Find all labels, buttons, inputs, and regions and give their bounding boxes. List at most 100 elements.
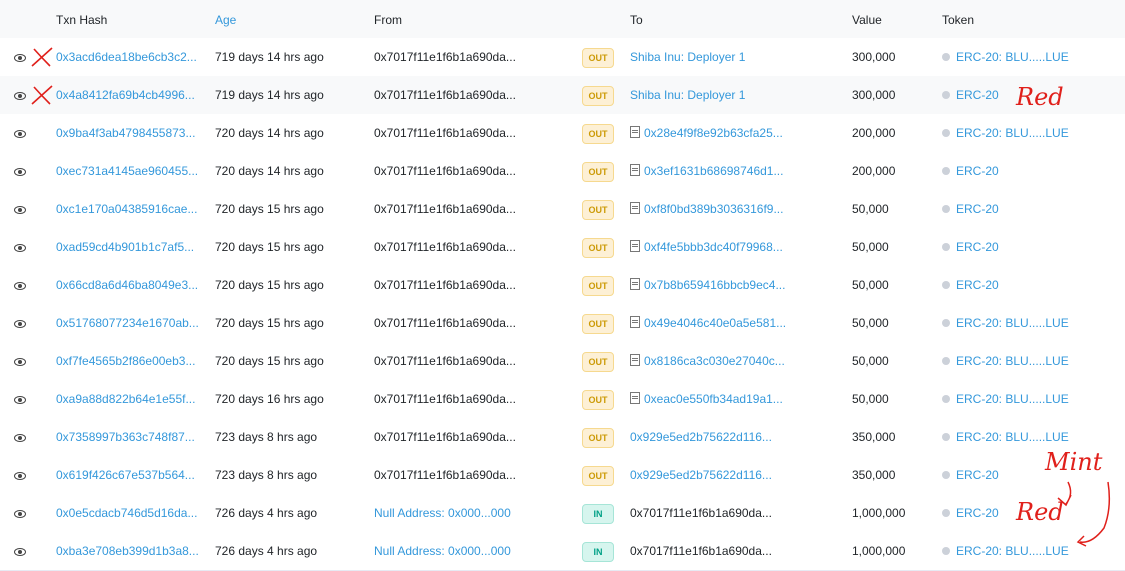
txn-to-text: 0x929e5ed2b75622d116... — [630, 430, 772, 444]
txn-hash-link[interactable]: 0x66cd8a6d46ba8049e3... — [56, 266, 198, 304]
contract-icon — [630, 392, 640, 404]
txn-value: 200,000 — [852, 164, 896, 178]
txn-age: 723 days 8 hrs ago — [215, 430, 318, 444]
txn-to-text: 0x28e4f9f8e92b63cfa25... — [644, 126, 783, 140]
table-row: 0x9ba4f3ab4798455873... 720 days 14 hrs a… — [0, 114, 1125, 153]
txn-hash-link[interactable]: 0xec731a4145ae960455... — [56, 152, 198, 190]
eye-icon[interactable] — [14, 266, 28, 304]
token-link[interactable]: ERC-20 — [942, 266, 999, 304]
txn-age: 726 days 4 hrs ago — [215, 544, 318, 558]
txn-hash-link[interactable]: 0xa9a88d822b64e1e55f... — [56, 380, 195, 418]
token-link[interactable]: ERC-20 — [942, 152, 999, 190]
txn-to[interactable]: 0xf8f0bd389b3036316f9... — [630, 190, 783, 228]
txn-age: 720 days 16 hrs ago — [215, 392, 324, 406]
token-link[interactable]: ERC-20 — [942, 456, 999, 494]
col-from: From — [374, 13, 402, 27]
txn-to[interactable]: 0xf4fe5bbb3dc40f79968... — [630, 228, 783, 266]
txn-age: 720 days 15 hrs ago — [215, 202, 324, 216]
txn-hash-link[interactable]: 0x9ba4f3ab4798455873... — [56, 114, 195, 152]
txn-to[interactable]: 0x28e4f9f8e92b63cfa25... — [630, 114, 783, 152]
eye-icon[interactable] — [14, 380, 28, 418]
txn-age: 720 days 14 hrs ago — [215, 164, 324, 178]
eye-icon[interactable] — [14, 190, 28, 228]
txn-to[interactable]: 0x49e4046c40e0a5e581... — [630, 304, 786, 342]
txn-hash-link[interactable]: 0x51768077234e1670ab... — [56, 304, 199, 342]
eye-icon[interactable] — [14, 38, 28, 76]
txn-to[interactable]: 0x8186ca3c030e27040c... — [630, 342, 785, 380]
token-icon — [942, 281, 950, 289]
txn-to[interactable]: 0x7b8b659416bbcb9ec4... — [630, 266, 785, 304]
table-header: Txn Hash Age From To Value Token — [0, 0, 1125, 39]
txn-hash-link[interactable]: 0x7358997b363c748f87... — [56, 418, 195, 456]
contract-icon — [630, 278, 640, 290]
txn-from: 0x7017f11e1f6b1a690da... — [374, 164, 516, 178]
token-icon — [942, 547, 950, 555]
txn-from[interactable]: Null Address: 0x000...000 — [374, 532, 511, 570]
token-icon — [942, 357, 950, 365]
txn-to[interactable]: Shiba Inu: Deployer 1 — [630, 38, 745, 76]
token-link[interactable]: ERC-20 — [942, 494, 999, 532]
token-link[interactable]: ERC-20: BLU.....LUE — [942, 38, 1069, 76]
eye-icon[interactable] — [14, 228, 28, 266]
eye-icon[interactable] — [14, 418, 28, 456]
token-link[interactable]: ERC-20: BLU.....LUE — [942, 114, 1069, 152]
direction-badge: OUT — [582, 276, 614, 296]
txn-to-text: Shiba Inu: Deployer 1 — [630, 88, 746, 102]
txn-hash-link[interactable]: 0x619f426c67e537b564... — [56, 456, 195, 494]
token-text: ERC-20: BLU.....LUE — [956, 50, 1069, 64]
txn-hash-link[interactable]: 0x3acd6dea18be6cb3c2... — [56, 38, 197, 76]
table-row: 0x51768077234e1670ab... 720 days 15 hrs a… — [0, 304, 1125, 343]
table-row: 0x66cd8a6d46ba8049e3... 720 days 15 hrs a… — [0, 266, 1125, 305]
token-icon — [942, 433, 950, 441]
txn-age: 720 days 15 hrs ago — [215, 240, 324, 254]
txn-to[interactable]: 0x3ef1631b68698746d1... — [630, 152, 783, 190]
token-link[interactable]: ERC-20 — [942, 228, 999, 266]
col-token: Token — [942, 13, 975, 27]
txn-value: 300,000 — [852, 88, 896, 102]
txn-to[interactable]: 0x929e5ed2b75622d116... — [630, 456, 772, 494]
direction-badge: IN — [582, 542, 614, 562]
token-link[interactable]: ERC-20: BLU.....LUE — [942, 342, 1069, 380]
txn-hash-link[interactable]: 0x0e5cdacb746d5d16da... — [56, 494, 197, 532]
direction-badge: OUT — [582, 124, 614, 144]
txn-to: 0x7017f11e1f6b1a690da... — [630, 532, 772, 570]
eye-icon[interactable] — [14, 342, 28, 380]
eye-icon[interactable] — [14, 114, 28, 152]
eye-icon[interactable] — [14, 494, 28, 532]
table-row: 0xec731a4145ae960455... 720 days 14 hrs a… — [0, 152, 1125, 191]
eye-icon[interactable] — [14, 152, 28, 190]
eye-icon[interactable] — [14, 304, 28, 342]
txn-age: 720 days 15 hrs ago — [215, 316, 324, 330]
table-row: 0xa9a88d822b64e1e55f... 720 days 16 hrs a… — [0, 380, 1125, 419]
txn-hash-link[interactable]: 0xba3e708eb399d1b3a8... — [56, 532, 199, 570]
token-link[interactable]: ERC-20: BLU.....LUE — [942, 380, 1069, 418]
txn-value: 200,000 — [852, 126, 896, 140]
eye-icon[interactable] — [14, 456, 28, 494]
eye-icon[interactable] — [14, 76, 28, 114]
col-age[interactable]: Age — [215, 13, 236, 27]
txn-hash-link[interactable]: 0xad59cd4b901b1c7af5... — [56, 228, 194, 266]
contract-icon — [630, 202, 640, 214]
txn-to[interactable]: 0x929e5ed2b75622d116... — [630, 418, 772, 456]
direction-badge: OUT — [582, 314, 614, 334]
token-link[interactable]: ERC-20 — [942, 76, 999, 114]
token-text: ERC-20 — [956, 88, 999, 102]
txn-hash-link[interactable]: 0xf7fe4565b2f86e00eb3... — [56, 342, 195, 380]
token-text: ERC-20: BLU.....LUE — [956, 354, 1069, 368]
txn-to-text: 0x49e4046c40e0a5e581... — [644, 316, 787, 330]
col-txn-hash: Txn Hash — [56, 13, 108, 27]
direction-badge: OUT — [582, 390, 614, 410]
token-icon — [942, 167, 950, 175]
txn-hash-link[interactable]: 0x4a8412fa69b4cb4996... — [56, 76, 195, 114]
txn-from: 0x7017f11e1f6b1a690da... — [374, 430, 516, 444]
cross-mark-1 — [31, 47, 53, 67]
txn-from[interactable]: Null Address: 0x000...000 — [374, 494, 511, 532]
token-text: ERC-20 — [956, 506, 999, 520]
txn-hash-link[interactable]: 0xc1e170a04385916cae... — [56, 190, 197, 228]
token-text: ERC-20 — [956, 278, 999, 292]
eye-icon[interactable] — [14, 532, 28, 570]
token-link[interactable]: ERC-20 — [942, 190, 999, 228]
txn-to[interactable]: Shiba Inu: Deployer 1 — [630, 76, 745, 114]
token-link[interactable]: ERC-20: BLU.....LUE — [942, 304, 1069, 342]
txn-to[interactable]: 0xeac0e550fb34ad19a1... — [630, 380, 783, 418]
